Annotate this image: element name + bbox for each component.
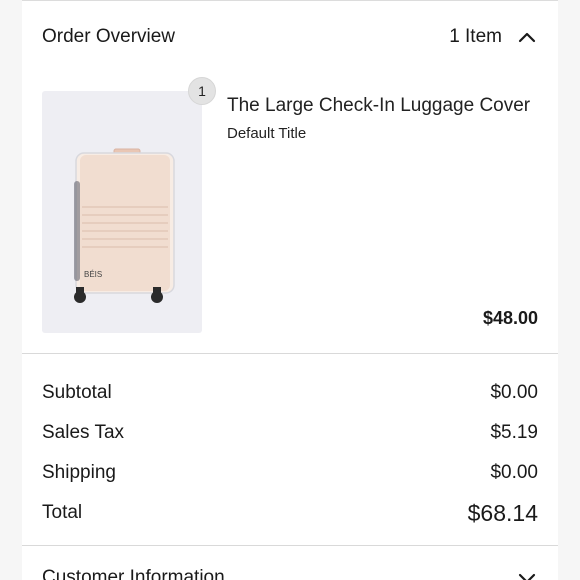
- quantity-badge: 1: [188, 77, 216, 105]
- product-variant: Default Title: [227, 125, 307, 142]
- product-name: The Large Check-In Luggage Cover: [227, 95, 531, 116]
- chevron-down-icon[interactable]: [516, 567, 538, 580]
- order-overview-header[interactable]: Order Overview 1 Item: [42, 25, 538, 49]
- shipping-value: $0.00: [490, 462, 538, 483]
- customer-information-title: Customer Information: [42, 567, 225, 580]
- luggage-illustration: BÉIS: [74, 148, 175, 303]
- shipping-row: Shipping $0.00: [42, 453, 538, 493]
- order-toggle[interactable]: 1 Item: [449, 26, 538, 48]
- chevron-up-icon[interactable]: [516, 26, 538, 48]
- divider: [22, 353, 558, 354]
- subtotal-value: $0.00: [490, 382, 538, 403]
- total-value: $68.14: [467, 499, 538, 526]
- divider: [22, 545, 558, 546]
- total-label: Total: [42, 502, 83, 523]
- sales-tax-row: Sales Tax $5.19: [42, 413, 538, 453]
- total-row: Total $68.14: [42, 493, 538, 533]
- item-count: 1 Item: [449, 26, 502, 47]
- shipping-label: Shipping: [42, 462, 116, 483]
- order-overview-title: Order Overview: [42, 26, 176, 47]
- subtotal-label: Subtotal: [42, 382, 112, 403]
- sales-tax-label: Sales Tax: [42, 422, 125, 443]
- customer-information-header[interactable]: Customer Information: [42, 567, 538, 580]
- product-price: $48.00: [482, 308, 538, 328]
- order-summary: Subtotal $0.00 Sales Tax $5.19 Shipping …: [42, 373, 538, 533]
- product-image: BÉIS: [42, 91, 202, 333]
- sales-tax-value: $5.19: [490, 422, 538, 443]
- subtotal-row: Subtotal $0.00: [42, 373, 538, 413]
- brand-mark: BÉIS: [84, 270, 102, 279]
- order-panel: Order Overview 1 Item BÉIS 1 The Large C…: [22, 0, 558, 580]
